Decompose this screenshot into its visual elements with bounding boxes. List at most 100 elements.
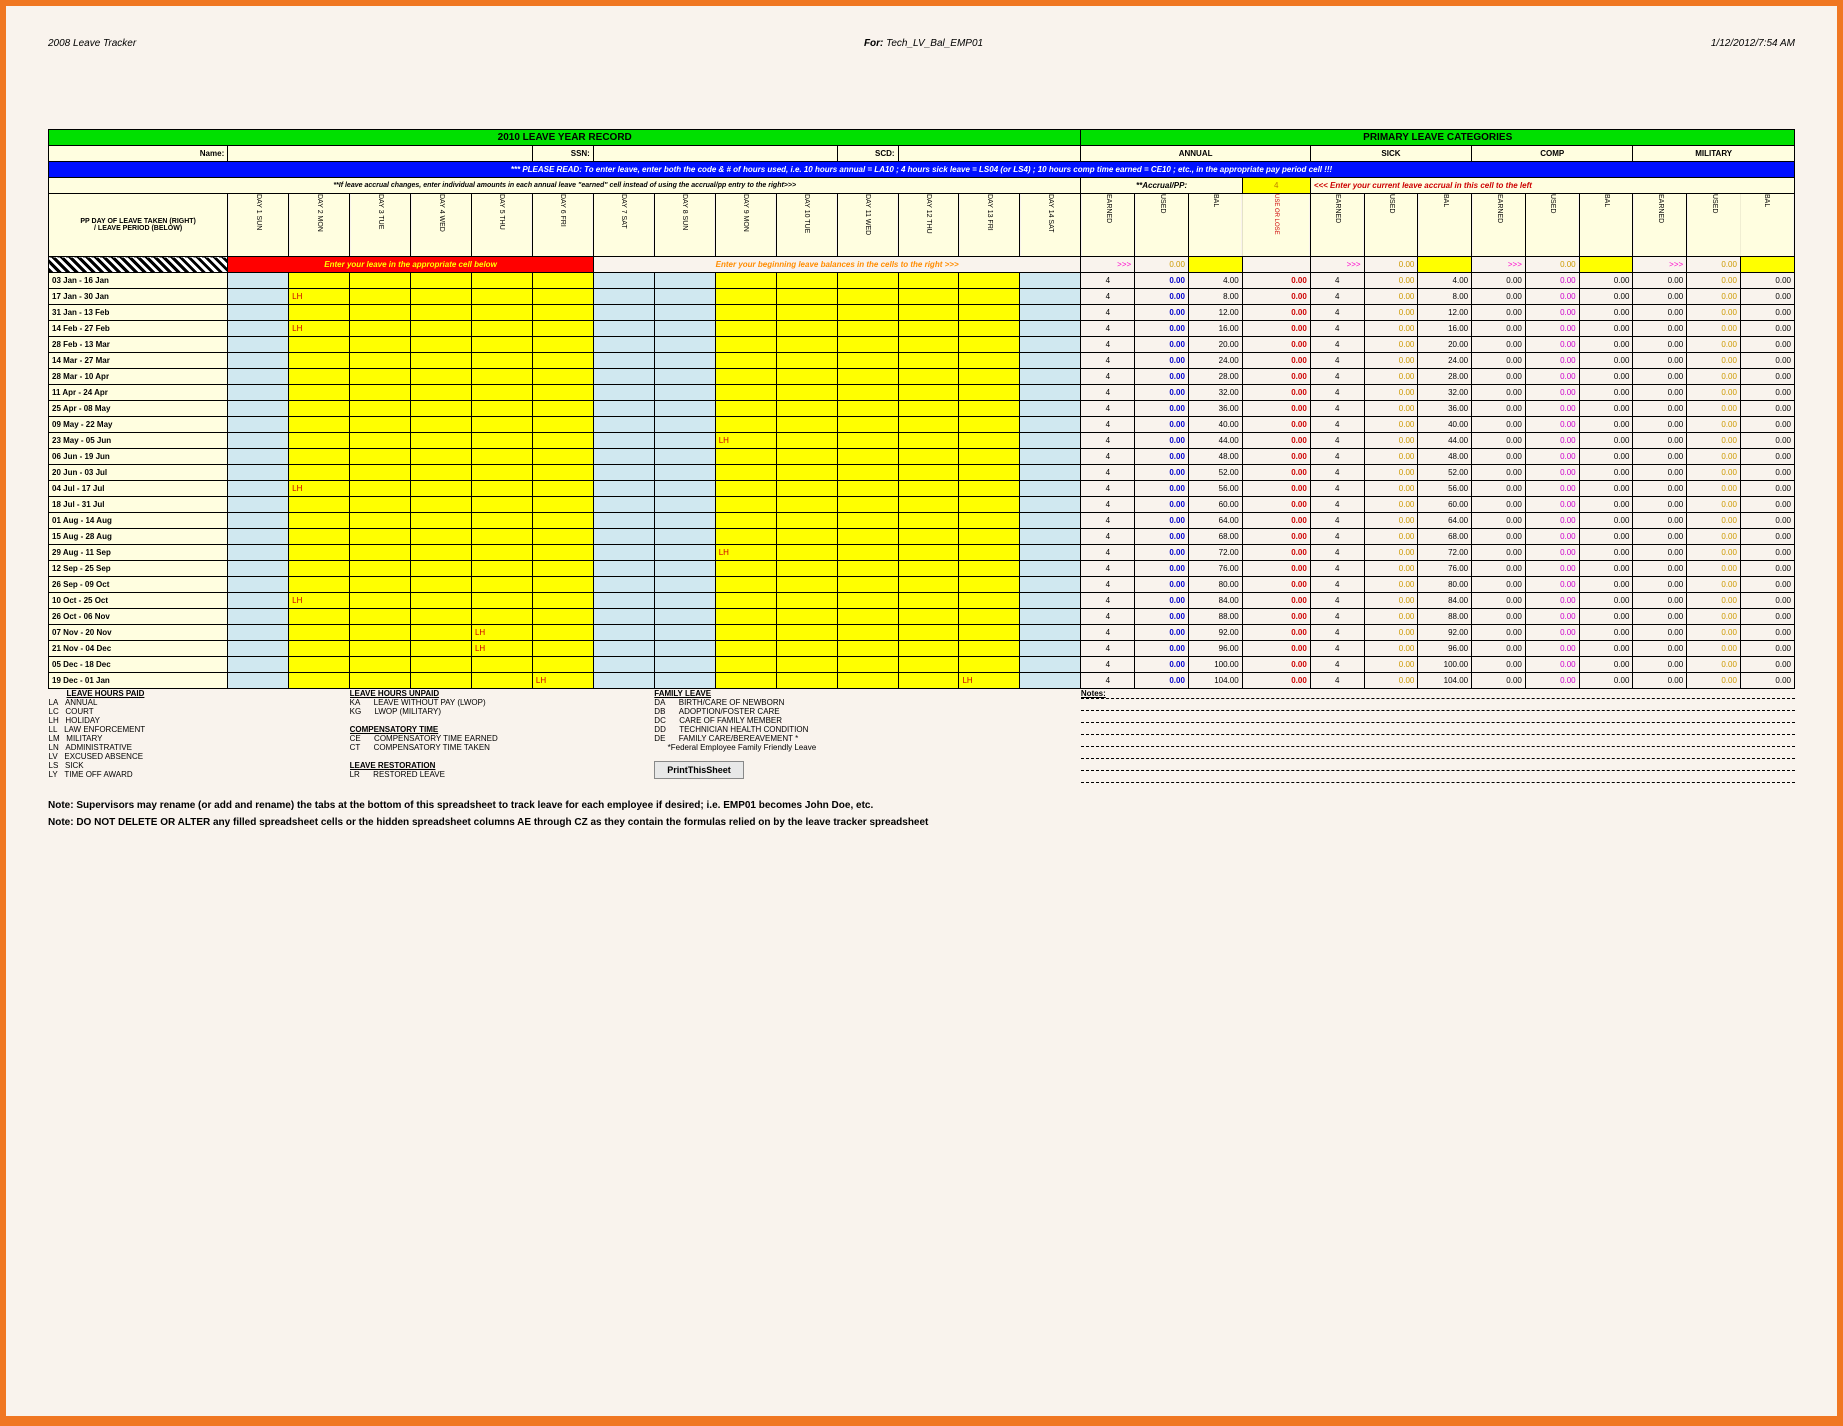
cell-17-5[interactable] [532, 545, 593, 561]
cell-18-5[interactable] [532, 561, 593, 577]
cell-7-11[interactable] [898, 385, 959, 401]
cell-25-3[interactable] [411, 673, 472, 689]
cell-13-12[interactable] [959, 481, 1020, 497]
accrual-val[interactable]: 4 [1242, 178, 1310, 194]
cell-9-3[interactable] [411, 417, 472, 433]
cell-4-10[interactable] [837, 337, 898, 353]
cell-7-6[interactable] [593, 385, 654, 401]
cell-12-10[interactable] [837, 465, 898, 481]
cell-11-10[interactable] [837, 449, 898, 465]
cell-6-3[interactable] [411, 369, 472, 385]
cell-24-11[interactable] [898, 657, 959, 673]
cell-9-7[interactable] [654, 417, 715, 433]
cell-25-4[interactable] [471, 673, 532, 689]
cell-14-1[interactable] [289, 497, 350, 513]
cell-19-3[interactable] [411, 577, 472, 593]
cell-7-4[interactable] [471, 385, 532, 401]
cell-9-1[interactable] [289, 417, 350, 433]
cell-16-5[interactable] [532, 529, 593, 545]
cell-25-6[interactable] [593, 673, 654, 689]
cell-18-11[interactable] [898, 561, 959, 577]
cell-8-5[interactable] [532, 401, 593, 417]
cell-12-7[interactable] [654, 465, 715, 481]
cell-17-7[interactable] [654, 545, 715, 561]
cell-4-4[interactable] [471, 337, 532, 353]
cell-25-7[interactable] [654, 673, 715, 689]
cell-22-1[interactable] [289, 625, 350, 641]
cell-2-5[interactable] [532, 305, 593, 321]
cell-24-3[interactable] [411, 657, 472, 673]
cell-10-6[interactable] [593, 433, 654, 449]
cell-15-10[interactable] [837, 513, 898, 529]
cell-3-10[interactable] [837, 321, 898, 337]
cell-19-12[interactable] [959, 577, 1020, 593]
cell-7-7[interactable] [654, 385, 715, 401]
cell-17-9[interactable] [776, 545, 837, 561]
cell-16-0[interactable] [228, 529, 289, 545]
cell-25-2[interactable] [350, 673, 411, 689]
cell-24-6[interactable] [593, 657, 654, 673]
cell-19-8[interactable] [715, 577, 776, 593]
cell-18-13[interactable] [1020, 561, 1081, 577]
cell-13-6[interactable] [593, 481, 654, 497]
cell-23-11[interactable] [898, 641, 959, 657]
cell-7-9[interactable] [776, 385, 837, 401]
cell-10-3[interactable] [411, 433, 472, 449]
cell-17-3[interactable] [411, 545, 472, 561]
cell-1-11[interactable] [898, 289, 959, 305]
cell-22-8[interactable] [715, 625, 776, 641]
cell-15-7[interactable] [654, 513, 715, 529]
cell-4-0[interactable] [228, 337, 289, 353]
cell-2-6[interactable] [593, 305, 654, 321]
cell-5-0[interactable] [228, 353, 289, 369]
cell-0-0[interactable] [228, 273, 289, 289]
cell-7-10[interactable] [837, 385, 898, 401]
cell-13-1[interactable]: LH [289, 481, 350, 497]
cell-20-7[interactable] [654, 593, 715, 609]
cell-6-7[interactable] [654, 369, 715, 385]
cell-19-10[interactable] [837, 577, 898, 593]
cell-4-11[interactable] [898, 337, 959, 353]
cell-17-8[interactable]: LH [715, 545, 776, 561]
cell-20-0[interactable] [228, 593, 289, 609]
cell-25-12[interactable]: LH [959, 673, 1020, 689]
cell-4-1[interactable] [289, 337, 350, 353]
cell-13-5[interactable] [532, 481, 593, 497]
cell-11-3[interactable] [411, 449, 472, 465]
cell-1-0[interactable] [228, 289, 289, 305]
cell-7-3[interactable] [411, 385, 472, 401]
cell-3-2[interactable] [350, 321, 411, 337]
cell-20-1[interactable]: LH [289, 593, 350, 609]
cell-8-2[interactable] [350, 401, 411, 417]
cell-18-9[interactable] [776, 561, 837, 577]
cell-10-9[interactable] [776, 433, 837, 449]
cell-19-5[interactable] [532, 577, 593, 593]
cell-15-8[interactable] [715, 513, 776, 529]
cell-18-1[interactable] [289, 561, 350, 577]
cell-23-7[interactable] [654, 641, 715, 657]
cell-8-9[interactable] [776, 401, 837, 417]
cell-15-13[interactable] [1020, 513, 1081, 529]
cell-15-11[interactable] [898, 513, 959, 529]
cell-5-11[interactable] [898, 353, 959, 369]
cell-24-7[interactable] [654, 657, 715, 673]
cell-11-12[interactable] [959, 449, 1020, 465]
cell-16-6[interactable] [593, 529, 654, 545]
cell-23-2[interactable] [350, 641, 411, 657]
cell-3-6[interactable] [593, 321, 654, 337]
cell-10-0[interactable] [228, 433, 289, 449]
cell-13-7[interactable] [654, 481, 715, 497]
cell-12-13[interactable] [1020, 465, 1081, 481]
cell-9-5[interactable] [532, 417, 593, 433]
cell-22-5[interactable] [532, 625, 593, 641]
cell-15-12[interactable] [959, 513, 1020, 529]
cell-6-12[interactable] [959, 369, 1020, 385]
cell-19-7[interactable] [654, 577, 715, 593]
cell-0-7[interactable] [654, 273, 715, 289]
cell-14-8[interactable] [715, 497, 776, 513]
cell-3-1[interactable]: LH [289, 321, 350, 337]
scd-input[interactable] [898, 146, 1081, 162]
cell-1-12[interactable] [959, 289, 1020, 305]
cell-14-12[interactable] [959, 497, 1020, 513]
cell-9-4[interactable] [471, 417, 532, 433]
